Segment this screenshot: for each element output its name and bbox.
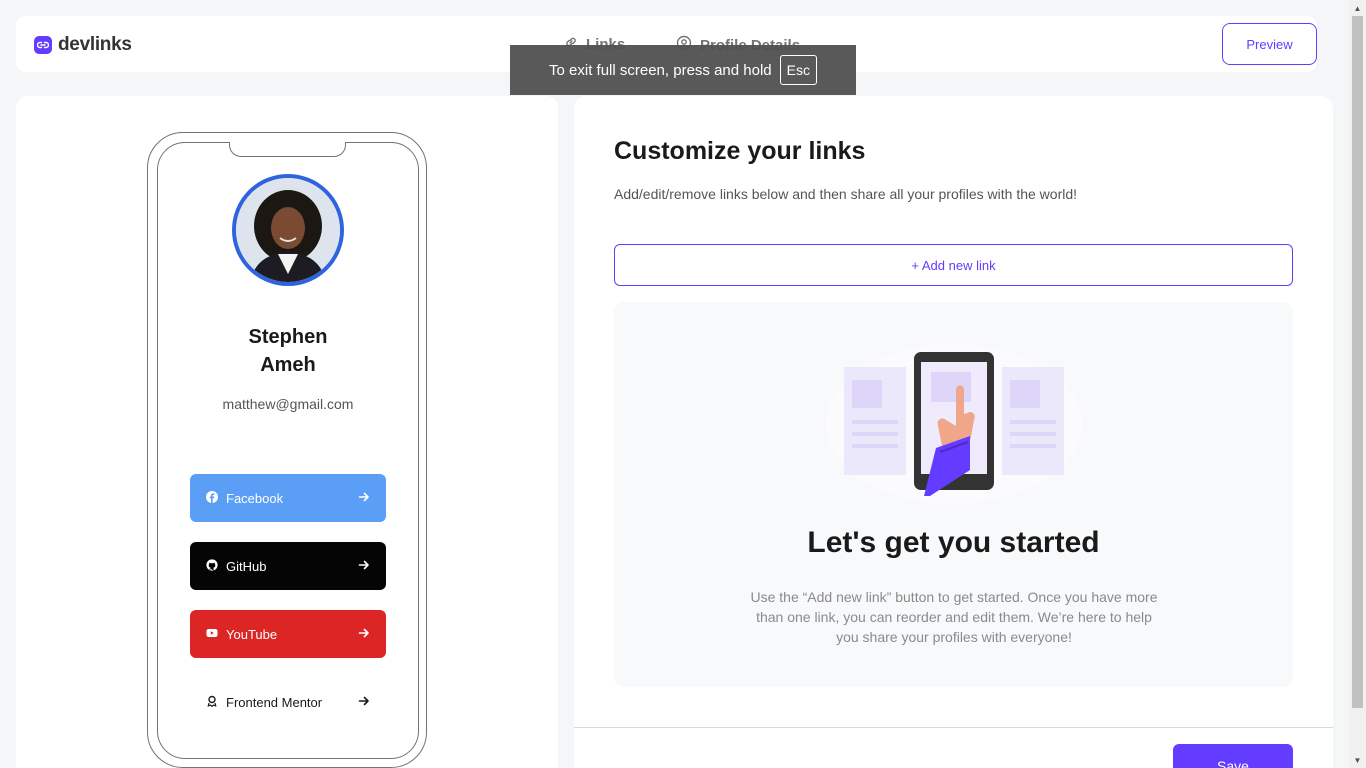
- page-title: Customize your links: [614, 137, 866, 165]
- arrow-right-icon: [358, 559, 370, 574]
- profile-email: matthew@gmail.com: [222, 396, 354, 412]
- arrow-right-icon: [358, 695, 370, 710]
- preview-link-label: Facebook: [226, 490, 284, 506]
- devlinks-logo-icon: [34, 36, 52, 54]
- scroll-down-arrow-icon[interactable]: ▼: [1349, 752, 1366, 768]
- arrow-right-icon: [358, 627, 370, 642]
- phone-screen: Stephen Ameh matthew@gmail.com Facebook …: [157, 142, 419, 759]
- empty-state-title: Let's get you started: [807, 526, 1100, 559]
- footer-divider: [574, 727, 1333, 728]
- youtube-icon: [206, 627, 218, 642]
- facebook-icon: [206, 490, 218, 506]
- profile-first-name: Stephen: [248, 326, 328, 348]
- avatar: [232, 174, 344, 286]
- github-icon: [206, 558, 218, 574]
- save-button[interactable]: Save: [1173, 744, 1293, 768]
- links-editor-panel: Customize your links Add/edit/remove lin…: [574, 96, 1333, 768]
- scrollbar-thumb[interactable]: [1352, 16, 1363, 708]
- get-started-illustration: [824, 342, 1084, 507]
- preview-link-facebook[interactable]: Facebook: [190, 474, 386, 522]
- fullscreen-exit-toast: To exit full screen, press and hold Esc: [510, 45, 856, 95]
- preview-link-label: GitHub: [226, 558, 267, 574]
- phone-mockup: Stephen Ameh matthew@gmail.com Facebook …: [147, 132, 427, 768]
- fullscreen-toast-text: To exit full screen, press and hold: [549, 61, 772, 79]
- empty-state: Let's get you started Use the “Add new l…: [614, 302, 1293, 687]
- scroll-up-arrow-icon[interactable]: ▲: [1349, 0, 1366, 16]
- preview-button[interactable]: Preview: [1222, 23, 1317, 65]
- profile-last-name: Ameh: [260, 354, 316, 376]
- preview-link-github[interactable]: GitHub: [190, 542, 386, 590]
- esc-key-badge: Esc: [779, 55, 817, 85]
- arrow-right-icon: [358, 491, 370, 506]
- preview-link-frontend-mentor[interactable]: Frontend Mentor: [190, 678, 386, 726]
- page-subtitle: Add/edit/remove links below and then sha…: [614, 186, 1078, 202]
- add-new-link-button[interactable]: + Add new link: [614, 244, 1293, 286]
- profile-name: Stephen Ameh: [158, 323, 418, 379]
- logo[interactable]: devlinks: [34, 34, 132, 56]
- phone-notch: [229, 142, 346, 157]
- logo-text: devlinks: [58, 34, 132, 55]
- preview-link-label: YouTube: [226, 626, 278, 642]
- phone-preview-panel: Stephen Ameh matthew@gmail.com Facebook …: [16, 96, 558, 768]
- page-scrollbar[interactable]: ▲ ▼: [1349, 0, 1366, 768]
- empty-state-description: Use the “Add new link” button to get sta…: [750, 589, 1158, 645]
- preview-link-youtube[interactable]: YouTube: [190, 610, 386, 658]
- frontend-mentor-icon: [206, 695, 218, 710]
- preview-link-label: Frontend Mentor: [226, 694, 323, 710]
